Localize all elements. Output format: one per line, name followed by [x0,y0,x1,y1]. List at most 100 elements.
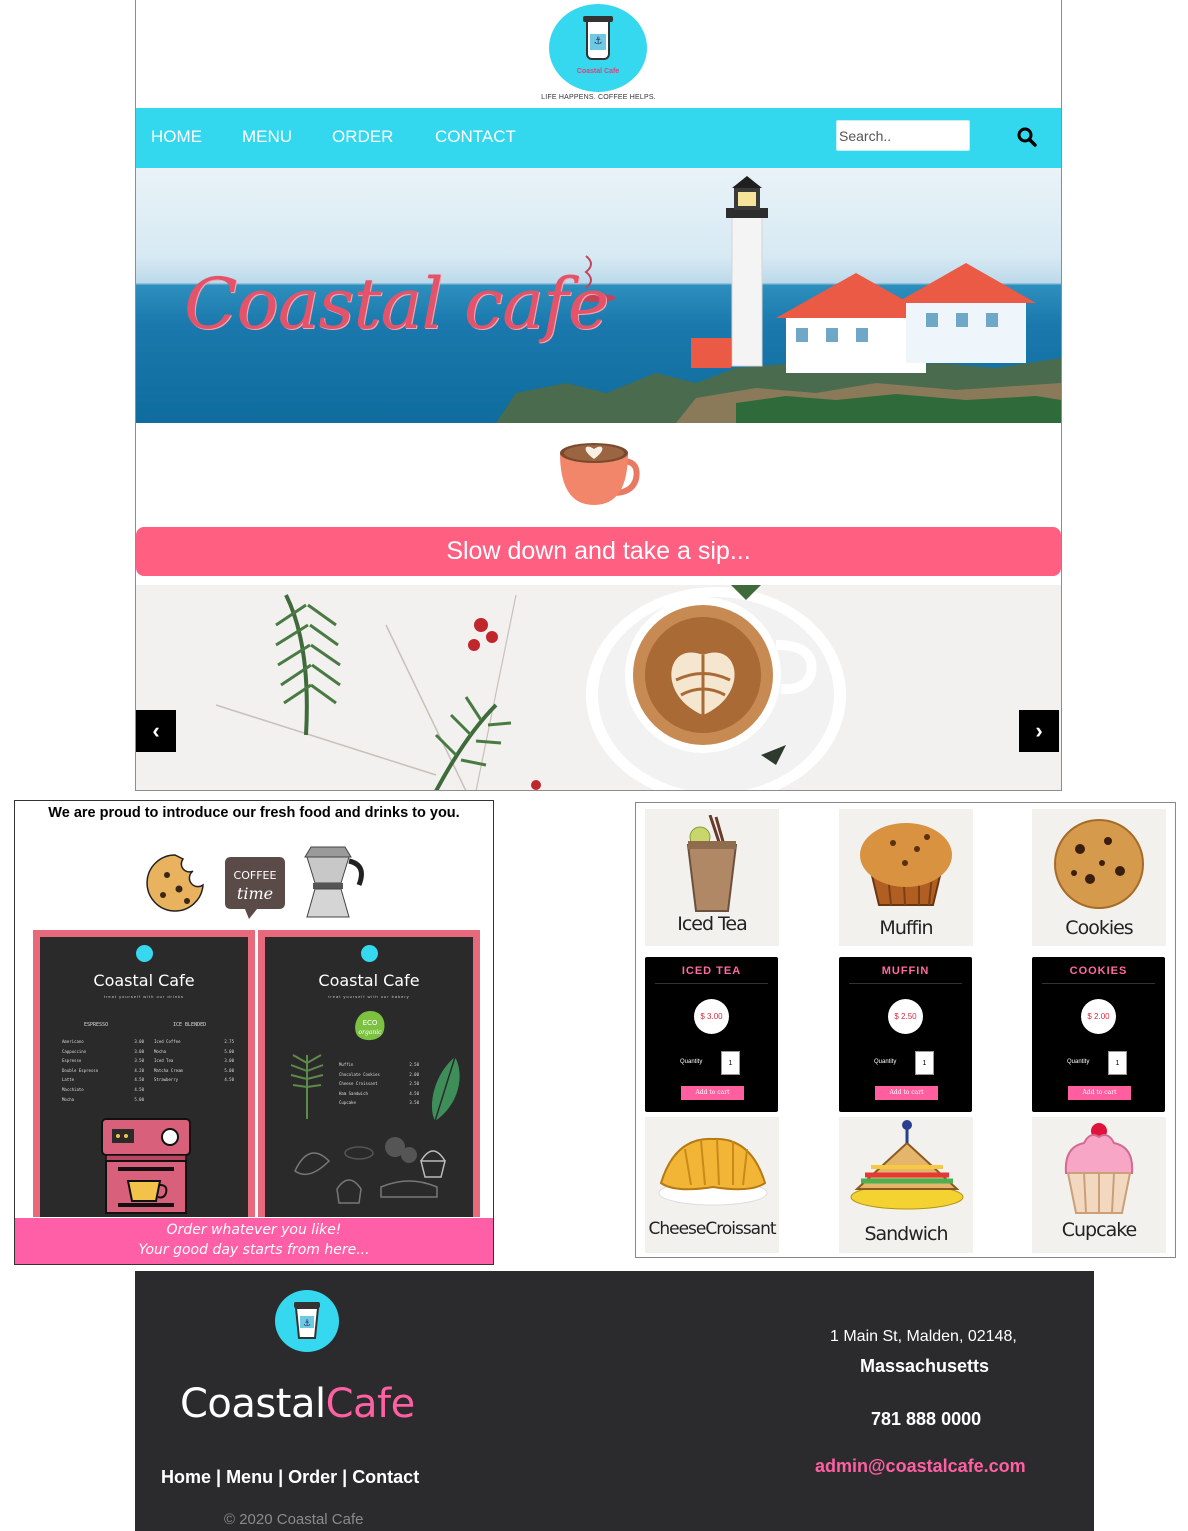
price-badge: $ 2.50 [888,999,923,1034]
product-tile-sandwich[interactable]: Sandwich [839,1117,973,1253]
product-tile-cheese-croissant[interactable]: CheeseCroissant [645,1117,779,1253]
search-icon[interactable] [1016,126,1038,148]
herb-sprig-icon [290,1054,324,1119]
badge-eco-text: ECO [363,1019,378,1027]
cookie-icon [146,854,204,912]
menu-item: Cupcake 3.50 [339,1100,419,1106]
quantity-label: Quantity [680,1059,703,1065]
add-to-cart-button[interactable]: Add to cart [681,1086,744,1100]
board-subtitle: treat yourself with our bakery [328,994,410,999]
search-input[interactable] [836,120,970,151]
board-logo-icon [361,945,378,962]
product-tile-cupcake[interactable]: Cupcake [1032,1117,1166,1253]
footer-link-order[interactable]: Order [288,1467,337,1487]
quantity-input[interactable]: 1 [1108,1051,1127,1075]
coffee-cup-icon: ⚓ [583,16,613,60]
menu-item: Latte 4.50 [62,1077,144,1083]
board-subtitle: treat yourself with our drinks [103,994,185,999]
hero-title: Coastal cafe [184,263,609,345]
menu-item: Chocolate Cookies 2.00 [339,1071,419,1077]
footer-brand: CoastalCafe [180,1381,415,1427]
order-invite-banner: Order whatever you like! Your good day s… [15,1218,493,1264]
iced-tea-icon [686,815,738,912]
moka-pot-icon [304,846,364,918]
bakery-menu-board: Coastal Cafe treat yourself with our bak… [258,930,480,1217]
menu-item: Mocha 5.00 [62,1096,144,1102]
email-link[interactable]: admin@coastalcafe.com [815,1456,1026,1477]
cupcake-icon [1064,1123,1134,1214]
footer-separator: | [211,1467,227,1487]
product-name: Cupcake [1061,1219,1137,1241]
main-navbar: HOME MENU ORDER CONTACT [136,108,1061,168]
footer-separator: | [337,1467,353,1487]
footer-nav: Home | Menu | Order | Contact [161,1467,419,1488]
footer-brand-part2: Cafe [325,1381,416,1427]
menu-item: Cheese Croissant 2.50 [339,1081,419,1087]
card-title: ICED TEA [681,965,742,977]
nav-home[interactable]: HOME [151,127,202,147]
product-card-muffin: MUFFIN $ 2.50 Quantity 1 Add to cart [839,957,972,1112]
menu-item: Muffin 2.50 [339,1062,419,1067]
menu-item: Iced Tea 3.00 [154,1058,234,1064]
site-tagline: LIFE HAPPENS. COFFEE HELPS. [541,94,656,101]
quantity-label: Quantity [874,1059,897,1065]
quantity-input[interactable]: 1 [721,1051,740,1075]
menu-item: Double Espresso 4.20 [62,1067,144,1073]
product-name: CheeseCroissant [648,1219,776,1239]
board-title: Coastal Cafe [318,971,420,990]
menu-item: Ham Sandwich 4.50 [339,1090,419,1096]
menu-item: Strawberry 4.50 [154,1077,234,1083]
card-divider [1042,983,1155,984]
homepage-screenshot: ⚓ Coastal Cafe LIFE HAPPENS. COFFEE HELP… [135,0,1062,791]
drinks-menu-board: Coastal Cafe treat yourself with our dri… [33,930,255,1217]
menu-item: Matcha Cream 5.00 [154,1067,234,1073]
nav-contact[interactable]: CONTACT [435,127,516,147]
menu-item: Americano 3.00 [62,1039,144,1044]
coffee-time-badge: COFFEE time [225,857,285,919]
phone-number: 781 888 0000 [871,1409,982,1429]
quantity-input[interactable]: 1 [915,1051,934,1075]
espresso-machine-icon [101,1118,191,1214]
footer-link-menu[interactable]: Menu [226,1467,273,1487]
footer-separator: | [273,1467,289,1487]
footer-link-home[interactable]: Home [161,1467,211,1487]
svg-text:time: time [237,884,273,903]
coffee-illustration-area [136,423,1061,527]
product-tile-muffin[interactable]: Muffin [839,809,973,946]
footer-brand-part1: Coastal [180,1381,326,1427]
nav-order[interactable]: ORDER [332,127,393,147]
product-name: Sandwich [864,1223,948,1245]
menu-item: Espresso 3.50 [62,1058,144,1064]
menu-section-screenshot: We are proud to introduce our fresh food… [14,800,494,1265]
product-card-iced-tea: ICED TEA $ 3.00 Quantity 1 Add to cart [645,957,778,1112]
order-section-screenshot: Iced Tea Muffin Cookies ICED TEA $ 3.00 … [635,802,1176,1258]
menu-item: Iced Coffee 2.75 [154,1039,234,1044]
site-logo[interactable]: ⚓ Coastal Cafe [549,4,647,92]
menu-heading: ESPRESSO [84,1022,109,1028]
anchor-icon: ⚓ [590,34,606,50]
carousel-next-button[interactable]: › [1019,710,1059,752]
address-line2: Massachusetts [860,1356,990,1376]
latte-art-photo [215,585,846,790]
ice-blended-list: Iced Coffee 2.75 Mocha 5.00 Iced Tea 3.00 M… [154,1037,234,1085]
menu-heading: ICE BLENDED [173,1022,207,1028]
footer-link-contact[interactable]: Contact [352,1467,419,1487]
hero-banner: Coastal cafe [136,168,1061,423]
leaf-icon [431,1056,460,1122]
copyright-text: © 2020 Coastal Cafe [224,1511,364,1528]
site-footer: ⚓ CoastalCafe Home | Menu | Order | Cont… [135,1271,1094,1531]
menu-item: Cappuccino 3.00 [62,1048,144,1054]
product-tile-iced-tea[interactable]: Iced Tea [645,809,779,946]
card-title: COOKIES [1069,965,1128,977]
menu-item: Mocha 5.00 [154,1048,234,1054]
espresso-list: Americano 3.00 Cappuccino 3.00 Espresso 3.5… [62,1037,144,1104]
nav-menu[interactable]: MENU [242,127,292,147]
carousel-prev-button[interactable]: ‹ [136,710,176,752]
add-to-cart-button[interactable]: Add to cart [1068,1086,1131,1100]
product-tile-cookies[interactable]: Cookies [1032,809,1166,946]
cookies-icon [1054,819,1144,909]
board-logo-icon [136,945,153,962]
add-to-cart-button[interactable]: Add to cart [875,1086,938,1100]
croissant-icon [658,1137,768,1206]
svg-text:⚓: ⚓ [303,1319,311,1329]
